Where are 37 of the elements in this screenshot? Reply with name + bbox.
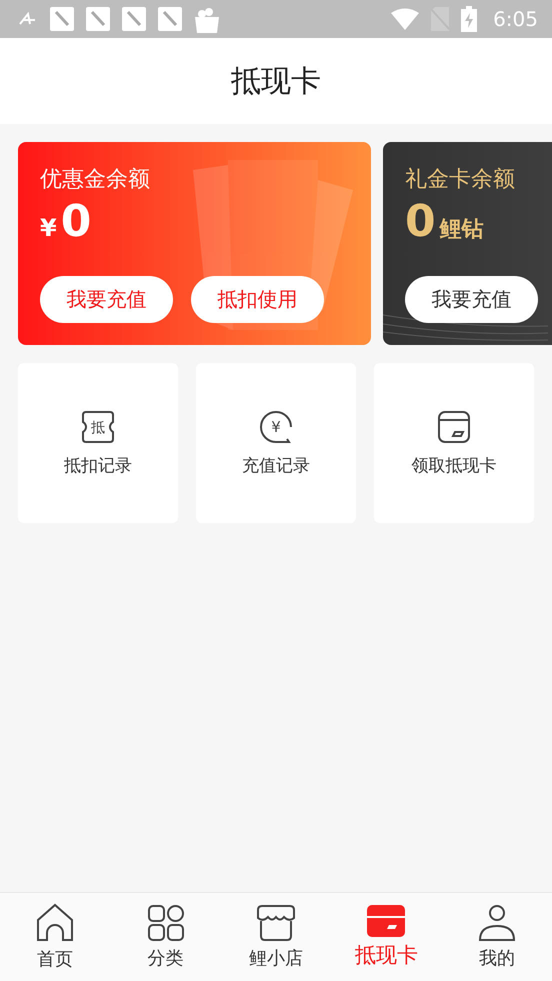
user-icon bbox=[478, 904, 516, 942]
shortcut-tile[interactable]: ¥ 充值记录 bbox=[196, 363, 356, 523]
shop-icon bbox=[256, 904, 296, 942]
tab-label[interactable]: 分类 bbox=[148, 946, 184, 970]
card-icon bbox=[367, 905, 406, 937]
tile-label: 抵扣记录 bbox=[64, 454, 132, 476]
tile-label: 领取抵现卡 bbox=[412, 454, 496, 476]
status-time: 6:05 bbox=[493, 7, 538, 31]
tile-label: 充值记录 bbox=[242, 454, 310, 476]
wifi-icon bbox=[391, 8, 420, 30]
tab-label[interactable]: 首页 bbox=[37, 947, 74, 971]
ticket-icon: 抵 bbox=[81, 410, 115, 444]
balance-title: 礼金卡余额 bbox=[405, 166, 516, 194]
notification-icon bbox=[122, 7, 146, 31]
shortcut-tile[interactable]: 抵 抵扣记录 bbox=[18, 363, 178, 523]
app-icon bbox=[18, 12, 38, 26]
balance-amount: 0 bbox=[405, 196, 436, 247]
battery-icon bbox=[461, 6, 478, 32]
page-title: 抵现卡 bbox=[231, 62, 321, 100]
balance-amount: 0 bbox=[60, 196, 92, 247]
notification-icon bbox=[158, 7, 182, 31]
action-button[interactable]: 抵扣使用 bbox=[191, 276, 324, 323]
card-icon bbox=[437, 410, 471, 444]
shortcut-tile[interactable]: 领取抵现卡 bbox=[374, 363, 534, 523]
notification-icon bbox=[50, 7, 74, 31]
notification-icon bbox=[86, 7, 110, 31]
balance-title: 优惠金余额 bbox=[40, 166, 151, 194]
grid-icon bbox=[146, 904, 185, 942]
balance-unit: 鲤钻 bbox=[440, 216, 484, 244]
tab-label[interactable]: 我的 bbox=[478, 946, 515, 970]
action-button[interactable]: 我要充值 bbox=[405, 276, 538, 323]
action-button[interactable]: 我要充值 bbox=[40, 276, 173, 323]
home-icon bbox=[35, 903, 76, 943]
currency-symbol: ¥ bbox=[40, 214, 57, 242]
tab-label[interactable]: 鲤小店 bbox=[249, 946, 304, 970]
bag-icon bbox=[194, 5, 220, 33]
tab-label[interactable]: 抵现卡 bbox=[354, 941, 418, 969]
